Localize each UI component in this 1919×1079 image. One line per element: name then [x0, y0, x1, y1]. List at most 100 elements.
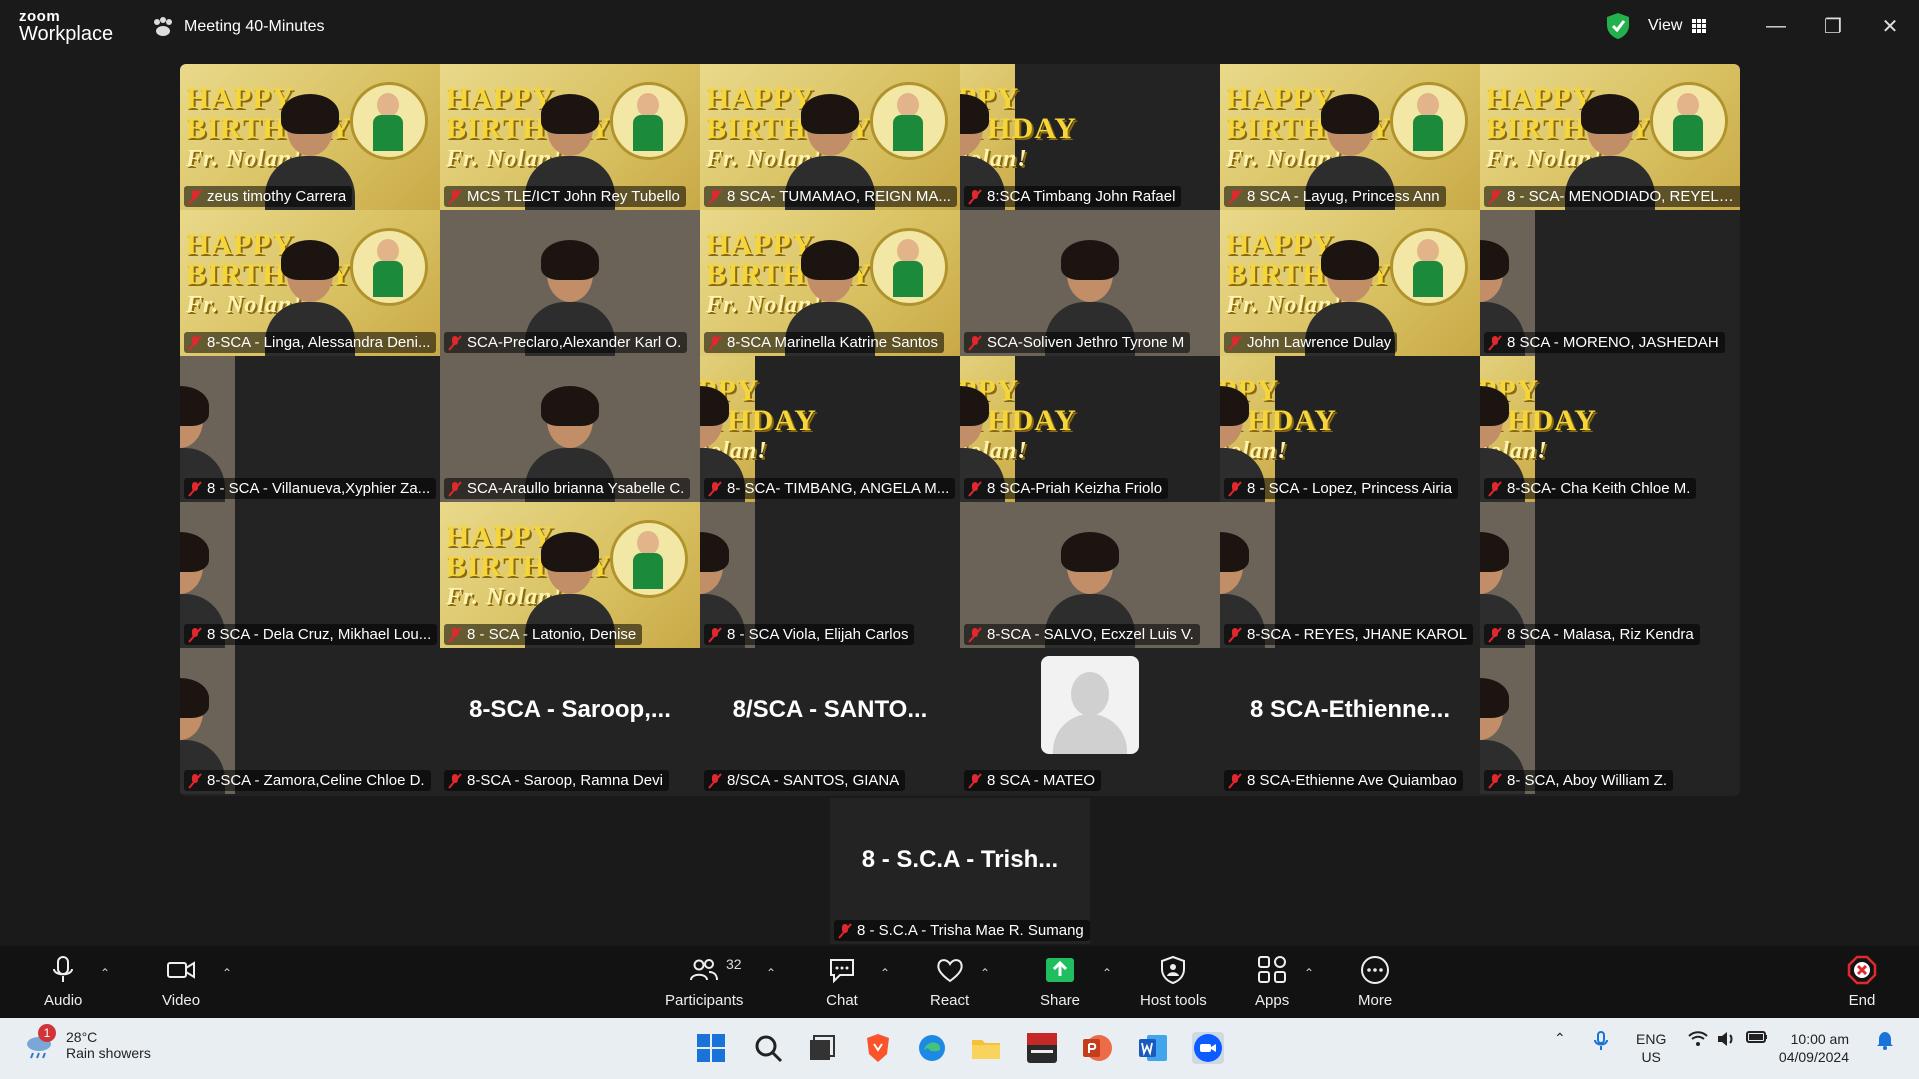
participant-tile[interactable]: 8 - SCA Viola, Elijah Carlos — [700, 502, 960, 648]
participant-name: 8-SCA- Cha Keith Chloe M. — [1507, 480, 1691, 497]
brand-large: Workplace — [19, 23, 114, 45]
participant-name-bar: SCA-Preclaro,Alexander Karl O. — [444, 332, 688, 353]
minimize-button[interactable]: — — [1756, 10, 1796, 42]
participant-tile[interactable]: 8 - SCA - Villanueva,Xyphier Za... — [180, 356, 440, 502]
host-shield-icon — [1161, 955, 1186, 985]
participant-tile[interactable]: HAPPY BIRTHDAY Fr. Nolan! MCS TLE/ICT John … — [440, 64, 700, 210]
participant-tile[interactable]: SCA-Araullo brianna Ysabelle C. — [440, 356, 700, 502]
participant-name: 8 - SCA - Villanueva,Xyphier Za... — [207, 480, 431, 497]
participant-name-bar: 8-SCA Marinella Katrine Santos — [704, 332, 944, 353]
participant-tile[interactable]: 8- SCA, Aboy William Z. — [1480, 648, 1740, 794]
heart-icon — [936, 959, 963, 983]
participant-tile[interactable]: HAPPYBIRTHDAYFr. Nolan!8 SCA-Priah Keizh… — [960, 356, 1220, 502]
view-button[interactable]: View — [1638, 12, 1716, 40]
participant-tile[interactable]: HAPPY BIRTHDAY Fr. Nolan! zeus timothy Carr… — [180, 64, 440, 210]
participant-tile[interactable]: HAPPY BIRTHDAY Fr. Nolan! 8 SCA - Layug, Pr… — [1220, 64, 1480, 210]
mic-muted-icon — [448, 334, 462, 351]
mic-muted-icon — [708, 480, 722, 497]
participant-tile[interactable]: 8 - S.C.A - Trish... 8 - S.C.A - Trisha … — [830, 798, 1090, 944]
brave-browser-icon[interactable] — [862, 1032, 894, 1064]
chat-button[interactable]: Chat — [826, 954, 858, 1009]
system-clock[interactable]: 10:00 am 04/09/2024 — [1779, 1030, 1849, 1066]
participant-tile[interactable]: 8/SCA - SANTO... 8/SCA - SANTOS, GIANA — [700, 648, 960, 794]
participant-name-bar: 8-SCA - SALVO, Ecxzel Luis V. — [964, 624, 1200, 645]
search-icon[interactable] — [752, 1032, 784, 1064]
participant-name: 8 - S.C.A - Trisha Mae R. Sumang — [857, 922, 1084, 939]
participant-tile[interactable]: 8 SCA - MATEO — [960, 648, 1220, 794]
more-button[interactable]: More — [1358, 954, 1392, 1009]
mic-muted-icon — [1488, 772, 1502, 789]
notification-bell-icon[interactable] — [1876, 1030, 1894, 1053]
participant-name: 8 SCA - MORENO, JASHEDAH — [1507, 334, 1719, 351]
show-hidden-icons-chevron[interactable]: ⌃ — [1554, 1030, 1566, 1047]
apps-button[interactable]: Apps — [1255, 954, 1289, 1009]
participant-name-bar: 8 SCA - MATEO — [964, 770, 1102, 791]
notification-badge: 1 — [38, 1024, 56, 1042]
file-explorer-icon[interactable] — [970, 1032, 1002, 1064]
participant-name-bar: zeus timothy Carrera — [184, 186, 353, 207]
microphone-tray-icon[interactable] — [1592, 1030, 1610, 1055]
volume-icon[interactable] — [1716, 1030, 1736, 1051]
zoom-app-icon[interactable] — [1192, 1032, 1224, 1064]
language-indicator[interactable]: ENG US — [1636, 1030, 1666, 1066]
word-icon[interactable] — [1137, 1032, 1169, 1064]
audio-options-caret[interactable]: ⌃ — [100, 966, 110, 980]
meeting-title[interactable]: Meeting 40-Minutes — [152, 17, 325, 37]
share-options-caret[interactable]: ⌃ — [1102, 966, 1112, 980]
participant-tile[interactable]: 8-SCA - Zamora,Celine Chloe D. — [180, 648, 440, 794]
participant-name-bar: 8 SCA-Ethienne Ave Quiambao — [1224, 770, 1463, 791]
participant-tile[interactable]: 8-SCA - Saroop,... 8-SCA - Saroop, Ramna … — [440, 648, 700, 794]
share-button[interactable]: Share — [1040, 954, 1080, 1009]
participant-tile[interactable]: 8-SCA - REYES, JHANE KAROL — [1220, 502, 1480, 648]
participant-tile[interactable]: HAPPYBIRTHDAYFr. Nolan!8- SCA- TIMBANG, … — [700, 356, 960, 502]
participants-label: Participants — [665, 992, 744, 1009]
apps-options-caret[interactable]: ⌃ — [1304, 966, 1314, 980]
participant-tile[interactable]: SCA-Preclaro,Alexander Karl O. — [440, 210, 700, 356]
priest-portrait — [1650, 82, 1728, 160]
participant-tile[interactable]: HAPPY BIRTHDAY Fr. Nolan! 8-SCA - Linga, Al… — [180, 210, 440, 356]
participant-tile[interactable]: SCA-Soliven Jethro Tyrone M — [960, 210, 1220, 356]
task-view-icon[interactable] — [806, 1032, 838, 1064]
participant-tile[interactable]: 8-SCA - SALVO, Ecxzel Luis V. — [960, 502, 1220, 648]
participant-tile[interactable]: 8 SCA - MORENO, JASHEDAH — [1480, 210, 1740, 356]
voicemeeter-icon[interactable] — [1026, 1032, 1058, 1064]
video-button[interactable]: Video — [162, 954, 200, 1009]
wifi-icon[interactable] — [1688, 1030, 1708, 1051]
participant-name-bar: 8 SCA - Layug, Princess Ann — [1224, 186, 1446, 207]
close-button[interactable]: ✕ — [1870, 10, 1910, 42]
default-avatar — [1041, 656, 1139, 754]
mic-muted-icon — [838, 922, 852, 939]
windows-start-icon[interactable] — [695, 1032, 727, 1064]
priest-portrait — [870, 228, 948, 306]
participant-tile[interactable]: HAPPYBIRTHDAYFr. Nolan!8 - SCA - Lopez, … — [1220, 356, 1480, 502]
react-options-caret[interactable]: ⌃ — [980, 966, 990, 980]
participants-options-caret[interactable]: ⌃ — [766, 966, 776, 980]
participant-name: 8 - SCA- MENODIADO, REYELL ... — [1507, 188, 1738, 205]
audio-button[interactable]: Audio — [44, 954, 82, 1009]
powerpoint-icon[interactable] — [1081, 1032, 1113, 1064]
edge-browser-icon[interactable] — [916, 1032, 948, 1064]
participant-tile[interactable]: HAPPY BIRTHDAY Fr. Nolan! 8 - SCA - Latonio… — [440, 502, 700, 648]
host-tools-button[interactable]: Host tools — [1140, 954, 1207, 1009]
participant-tile[interactable]: 8 SCA - Dela Cruz, Mikhael Lou... — [180, 502, 440, 648]
participant-tile[interactable]: 8 SCA - Malasa, Riz Kendra — [1480, 502, 1740, 648]
video-options-caret[interactable]: ⌃ — [222, 966, 232, 980]
mic-muted-icon — [188, 334, 202, 351]
participant-tile[interactable]: HAPPY BIRTHDAY Fr. Nolan! 8 - SCA- MENODIAD… — [1480, 64, 1740, 210]
restore-button[interactable]: ❐ — [1813, 10, 1853, 42]
participant-tile[interactable]: HAPPYBIRTHDAYFr. Nolan!8-SCA- Cha Keith … — [1480, 356, 1740, 502]
paw-icon — [154, 17, 172, 36]
participant-tile[interactable]: 8 SCA-Ethienne... 8 SCA-Ethienne Ave Quia… — [1220, 648, 1480, 794]
chat-options-caret[interactable]: ⌃ — [880, 966, 890, 980]
view-label: View — [1648, 17, 1683, 34]
participant-tile[interactable]: HAPPYBIRTHDAYFr. Nolan!8:SCA Timbang Joh… — [960, 64, 1220, 210]
react-button[interactable]: React — [930, 954, 969, 1009]
battery-icon[interactable] — [1746, 1030, 1768, 1047]
participant-tile[interactable]: HAPPY BIRTHDAY Fr. Nolan! John Lawrence Dul… — [1220, 210, 1480, 356]
encryption-shield-icon[interactable] — [1605, 12, 1631, 40]
weather-widget[interactable]: 1 28°C Rain showers — [22, 1024, 151, 1062]
participant-tile[interactable]: HAPPY BIRTHDAY Fr. Nolan! 8-SCA Marinella K… — [700, 210, 960, 356]
clock-date: 04/09/2024 — [1778, 1049, 1849, 1065]
end-meeting-button[interactable]: End — [1846, 954, 1878, 1009]
participant-tile[interactable]: HAPPY BIRTHDAY Fr. Nolan! 8 SCA- TUMAMAO, R… — [700, 64, 960, 210]
